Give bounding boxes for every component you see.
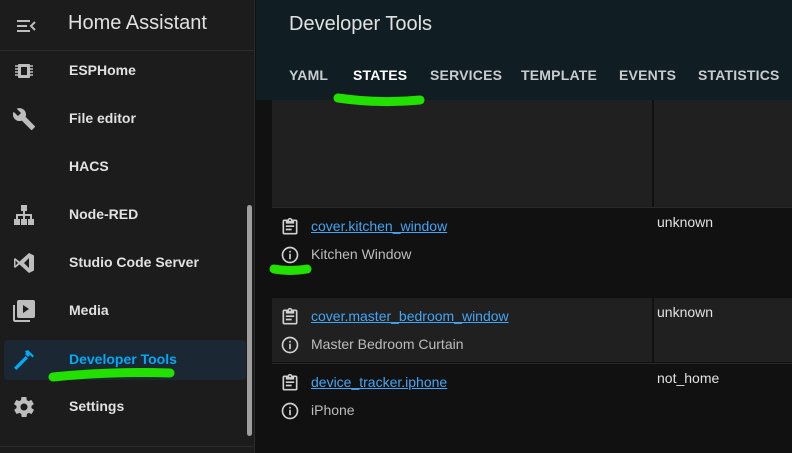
row-divider	[272, 363, 792, 364]
tab-template[interactable]: TEMPLATE	[521, 67, 597, 83]
sitemap-icon	[12, 203, 36, 227]
info-icon[interactable]	[280, 401, 300, 421]
chip-icon	[12, 59, 36, 83]
tab-statistics[interactable]: STATISTICS	[698, 67, 780, 83]
sidebar-scrollbar[interactable]	[247, 205, 252, 436]
gear-icon	[12, 395, 36, 419]
entity-id-link[interactable]: cover.master_bedroom_window	[311, 308, 509, 324]
sidebar-item-media[interactable]: Media	[4, 291, 246, 331]
entity-state: unknown	[657, 214, 714, 230]
tab-yaml[interactable]: YAML	[289, 67, 328, 83]
tab-events[interactable]: EVENTS	[619, 67, 676, 83]
sidebar-header: Home Assistant	[0, 0, 254, 51]
top-app-bar: Developer Tools YAML STATES SERVICES TEM…	[256, 0, 792, 100]
sidebar-divider	[0, 446, 254, 447]
sidebar-item-label: HACS	[69, 158, 109, 174]
sidebar-item-node-red[interactable]: Node-RED	[4, 195, 246, 235]
sidebar-item-esphome[interactable]: ESPHome	[4, 51, 246, 91]
vscode-icon	[12, 251, 36, 275]
sidebar-item-label: Studio Code Server	[69, 254, 199, 270]
sidebar: Home Assistant ESPHome File editor HACS …	[0, 0, 255, 453]
sidebar-item-hacs[interactable]: HACS	[4, 147, 246, 187]
media-icon	[12, 299, 36, 323]
menu-collapse-icon[interactable]	[14, 14, 38, 38]
tab-states[interactable]: STATES	[353, 67, 407, 83]
sidebar-item-file-editor[interactable]: File editor	[4, 99, 246, 139]
entity-friendly-name: Master Bedroom Curtain	[311, 336, 464, 352]
sidebar-item-settings[interactable]: Settings	[4, 387, 246, 427]
sidebar-item-label: File editor	[69, 110, 136, 126]
clipboard-icon[interactable]	[280, 373, 300, 393]
row-divider	[272, 207, 792, 208]
entity-state: unknown	[657, 304, 714, 320]
states-table: cover.kitchen_window Kitchen Window unkn…	[256, 100, 792, 453]
clipboard-icon[interactable]	[280, 307, 300, 327]
entity-friendly-name: Kitchen Window	[311, 246, 412, 262]
entity-state: not_home	[657, 370, 720, 386]
sidebar-item-label: Node-RED	[69, 206, 139, 222]
sidebar-item-developer-tools[interactable]: Developer Tools	[4, 340, 246, 380]
info-icon[interactable]	[280, 245, 300, 265]
entity-id-link[interactable]: cover.kitchen_window	[311, 218, 447, 234]
clipboard-icon[interactable]	[280, 217, 300, 237]
table-cell	[272, 100, 652, 207]
main-panel: Developer Tools YAML STATES SERVICES TEM…	[256, 0, 792, 453]
table-cell	[654, 100, 792, 207]
tab-services[interactable]: SERVICES	[430, 67, 502, 83]
sidebar-item-label: Settings	[69, 398, 125, 414]
sidebar-title: Home Assistant	[68, 12, 207, 34]
page-title: Developer Tools	[289, 13, 433, 35]
sidebar-item-label: ESPHome	[69, 62, 136, 78]
hammer-icon	[12, 348, 36, 372]
info-icon[interactable]	[280, 335, 300, 355]
sidebar-item-label: Media	[69, 302, 109, 318]
app-root: Home Assistant ESPHome File editor HACS …	[0, 0, 792, 453]
entity-id-link[interactable]: device_tracker.iphone	[311, 374, 447, 390]
wrench-icon	[12, 107, 36, 131]
entity-friendly-name: iPhone	[311, 402, 355, 418]
sidebar-item-studio-code-server[interactable]: Studio Code Server	[4, 243, 246, 283]
sidebar-item-label: Developer Tools	[69, 351, 177, 367]
